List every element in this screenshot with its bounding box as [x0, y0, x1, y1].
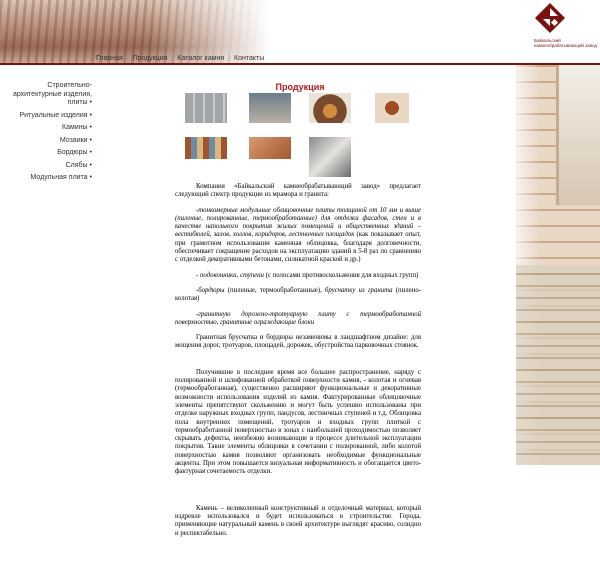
product-thumbnail[interactable]: [249, 93, 291, 123]
sidebar-item-label: Ритуальные изделия: [19, 111, 88, 119]
page-title: Продукция: [275, 82, 325, 92]
nav-link-catalog[interactable]: Каталог камня: [177, 55, 224, 62]
nav-link-contacts[interactable]: Контакты: [234, 55, 264, 62]
sidebar-item-borders[interactable]: Бордюры •: [0, 149, 92, 158]
sidebar-item-label: Камины: [62, 124, 88, 131]
decorative-interior-image: [516, 65, 600, 465]
sidebar-item-modular[interactable]: Модульная плита •: [0, 174, 92, 183]
sidebar-item-label: Бордюры: [57, 149, 88, 156]
sidebar-item-label: Модульная плита: [30, 174, 88, 181]
product-thumbnail[interactable]: [185, 137, 227, 159]
intro-paragraph: Компания «Байкальский камнеобрабатывающи…: [175, 183, 421, 199]
texture-paragraph: Получившие в последнее время все большее…: [175, 368, 421, 476]
product-thumbnail[interactable]: [309, 137, 351, 177]
header-banner-image: [0, 0, 270, 63]
header-divider: [0, 63, 600, 65]
sidebar-item-ritual[interactable]: Ритуальные изделия •: [0, 112, 92, 121]
company-logo-icon[interactable]: [534, 2, 566, 34]
product-paragraph: -гранитную дорожно-тротуарную плиту с те…: [175, 310, 421, 326]
nav-link-products[interactable]: Продукция: [132, 55, 167, 62]
product-thumbnail[interactable]: [375, 93, 409, 123]
sidebar-item-label: Мозаики: [59, 136, 88, 144]
product-thumbnail[interactable]: [249, 137, 291, 159]
product-thumbnail[interactable]: [185, 93, 227, 123]
top-nav: Главная | Продукция | Каталог камня | Конта…: [96, 55, 265, 62]
sidebar-item-fireplaces[interactable]: Камины •: [0, 124, 92, 133]
product-paragraph: -тонкомерные модульные облицовочные плит…: [175, 206, 421, 264]
main-content: Компания «Байкальский камнеобрабатывающи…: [175, 183, 421, 545]
nav-link-home[interactable]: Главная: [96, 55, 123, 62]
sidebar-item-mosaics[interactable]: Мозаики •: [0, 137, 92, 146]
sidebar-item-label: Слябы: [65, 161, 88, 169]
sidebar-item-slabs[interactable]: Слябы •: [0, 162, 92, 171]
product-paragraph: -бордюры (пиленые, термообработанные), б…: [175, 286, 421, 303]
product-paragraph: - подоконники, ступени (с полосами проти…: [196, 271, 419, 279]
stone-paragraph: Камень – великолепный конструктивный и о…: [175, 504, 421, 537]
product-thumbnail[interactable]: [309, 93, 351, 123]
landscape-paragraph: Гранитная брусчатка и бордюры незаменимы…: [175, 334, 421, 350]
header: Главная | Продукция | Каталог камня | Конта…: [0, 0, 600, 64]
logo-text: Байкальский камнеобрабатывающий завод: [534, 38, 598, 48]
sidebar-menu: Строительно-архитектурные изделия, плиты…: [0, 82, 92, 187]
